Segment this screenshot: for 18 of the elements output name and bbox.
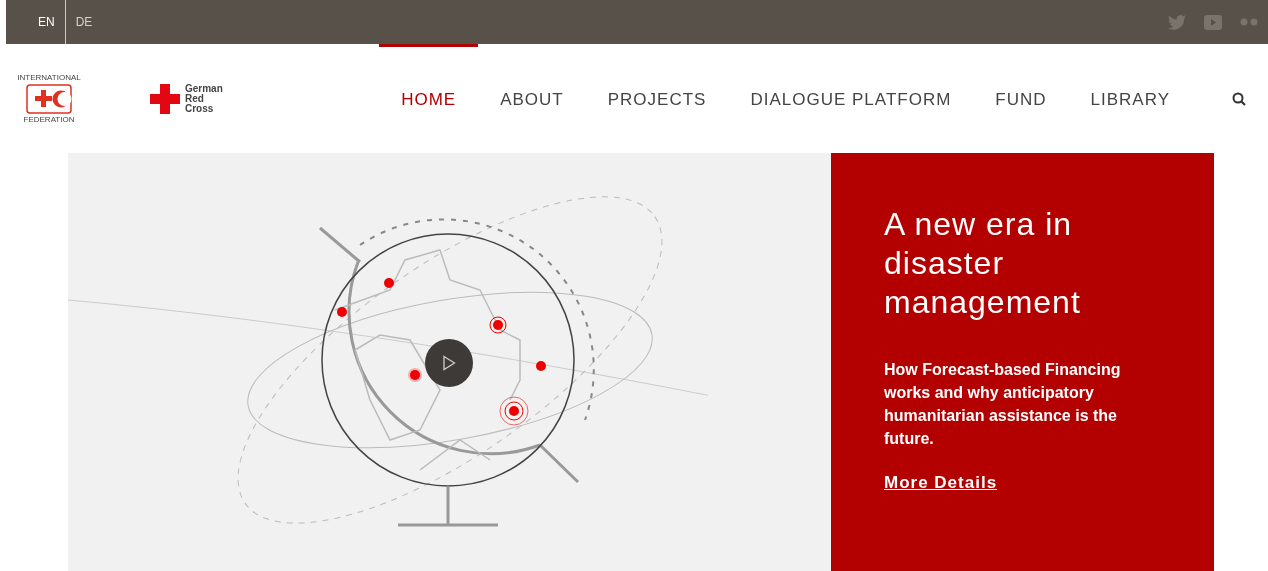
search-icon[interactable] — [1232, 91, 1246, 106]
nav-link[interactable]: ABOUT — [478, 44, 586, 153]
hero-title: A new era in disaster management — [884, 205, 1082, 322]
more-details-link[interactable]: More Details — [884, 470, 998, 496]
play-icon — [442, 355, 456, 371]
language-link[interactable]: DE — [64, 0, 103, 44]
play-button[interactable] — [425, 339, 473, 387]
nav-link[interactable]: FUND — [973, 44, 1069, 153]
play-icon[interactable] — [1204, 14, 1222, 30]
two-dots-icon[interactable] — [1240, 18, 1258, 26]
nav-link[interactable]: PROJECTS — [585, 44, 729, 153]
federation-logo[interactable]: INTERNATIONAL FEDERATION — [14, 73, 84, 124]
language-link[interactable]: EN — [28, 0, 65, 44]
nav-link[interactable]: LIBRARY — [1068, 44, 1192, 153]
nav-link[interactable]: DIALOGUE PLATFORM — [728, 44, 974, 153]
hero-description: How Forecast-based Financing works and why anticipatory humanitarian assistance is the future. — [884, 360, 1122, 449]
cross-logo[interactable]: German Red Cross — [150, 83, 223, 114]
bird-icon[interactable] — [1168, 14, 1186, 30]
